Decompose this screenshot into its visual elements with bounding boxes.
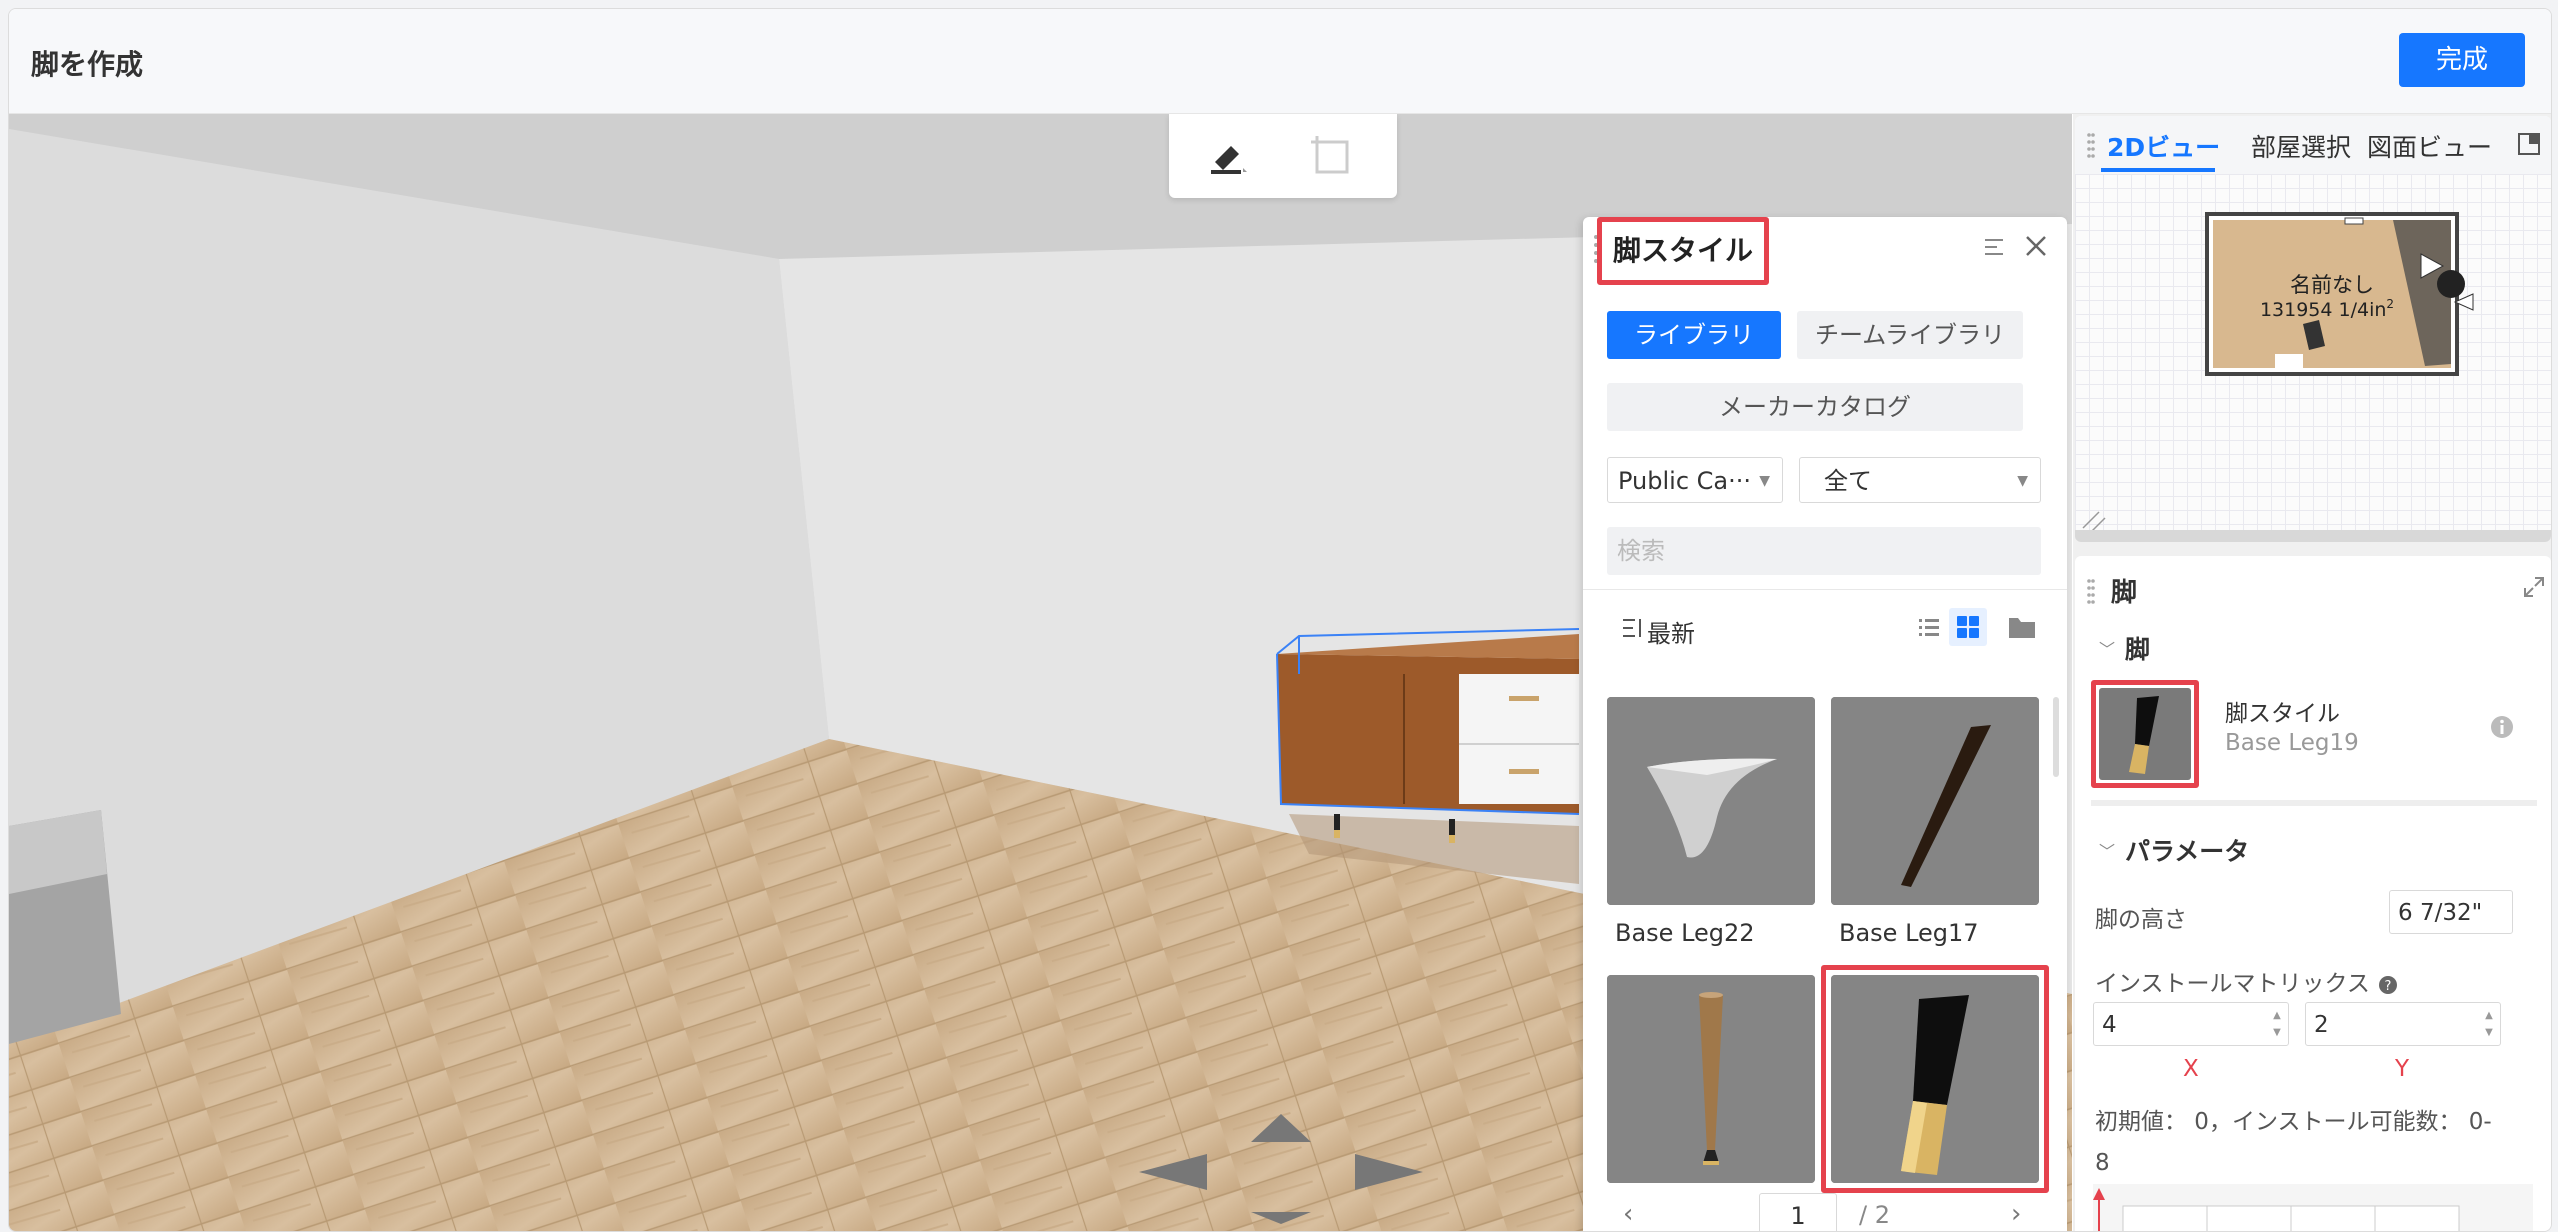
chevron-down-icon[interactable]: ﹀ [2099, 838, 2115, 862]
active-tab-indicator [2101, 168, 2215, 172]
leg-model-image [1607, 975, 1815, 1183]
divider [2091, 800, 2537, 806]
category-select-value: Public Ca··· [1618, 467, 1752, 495]
matrix-y-value: 2 [2314, 1012, 2329, 1038]
scrollbar[interactable] [2053, 697, 2059, 777]
leg-item-thumbnail[interactable] [1607, 697, 1815, 905]
leg-style-panel: 脚スタイル ライブラリ チームライブラリ メーカーカタログ Public Ca·… [1583, 217, 2067, 1231]
chevron-down-icon[interactable]: ﹀ [2099, 636, 2115, 660]
room-area: 131954 1/4in2 [2260, 297, 2394, 321]
x-axis-label: X [2183, 1056, 2199, 1082]
leg-model-image [1607, 697, 1815, 905]
leg-item-thumbnail[interactable] [1831, 697, 2039, 905]
svg-text:?: ? [2385, 979, 2392, 994]
matrix-x-input[interactable]: 4 ▲ ▼ [2093, 1002, 2289, 1046]
category-select[interactable]: Public Ca··· ▼ [1607, 457, 1783, 503]
room-area-exponent: 2 [2386, 297, 2394, 311]
grid-view-icon [1957, 616, 1979, 638]
brush-icon[interactable] [1205, 132, 1251, 178]
cabinet-model [1276, 628, 1580, 884]
view-panel: 2Dビュー 部屋選択 図面ビュー 名前なし 131954 1/4in2 [2075, 116, 2551, 542]
chevron-down-icon: ▼ [2017, 473, 2028, 489]
page-input[interactable]: 1 [1759, 1193, 1837, 1231]
property-panel-title: 脚 [2111, 578, 2138, 608]
sort-icon[interactable] [1621, 616, 1645, 640]
tab-room-select[interactable]: 部屋選択 [2251, 128, 2351, 164]
tab-2d-view[interactable]: 2Dビュー [2107, 128, 2220, 164]
leg-style-thumbnail[interactable] [2091, 680, 2199, 788]
filter-select-value: 全て [1824, 467, 1872, 495]
panel-toggle-icon[interactable] [2517, 132, 2541, 156]
help-icon[interactable]: ? [2377, 974, 2399, 996]
tab-team-library[interactable]: チームライブラリ [1797, 311, 2023, 359]
next-page-icon[interactable]: › [2011, 1199, 2021, 1229]
header-bar: 脚を作成 完成 [9, 9, 2551, 114]
matrix-x-value: 4 [2102, 1012, 2117, 1038]
leg-height-input[interactable]: 6 7/32" [2389, 890, 2513, 934]
style-thumbnail-highlight [2091, 680, 2199, 788]
create-leg-window: 脚を作成 完成 脚スタイル ライブラリ チームライブラリ メーカーカタログ Pu… [8, 8, 2552, 1232]
pagination: ‹ 1 / 2 › [1583, 1193, 2067, 1231]
drag-handle-icon[interactable] [2087, 578, 2095, 604]
matrix-grid-preview [2093, 1184, 2533, 1231]
horizontal-scrollbar[interactable] [2075, 530, 2551, 542]
expand-icon[interactable] [2523, 576, 2545, 598]
collapse-menu-icon[interactable] [1983, 235, 2007, 259]
page-total: / 2 [1859, 1201, 1890, 1229]
y-axis-label: Y [2395, 1056, 2410, 1082]
stepper-icon[interactable]: ▲ ▼ [2482, 1007, 2496, 1041]
install-matrix-text: インストールマトリックス [2095, 971, 2370, 997]
room-area-value: 131954 1/4in [2260, 299, 2386, 321]
info-icon[interactable] [2489, 714, 2515, 740]
leg-item-label: Base Leg22 [1615, 919, 1755, 947]
view-tabs: 2Dビュー 部屋選択 図面ビュー [2075, 116, 2551, 174]
leg-height-label: 脚の高さ [2095, 907, 2187, 933]
3d-viewport[interactable]: 脚スタイル ライブラリ チームライブラリ メーカーカタログ Public Ca·… [9, 114, 2072, 1231]
room-name: 名前なし [2290, 273, 2374, 297]
leg-item-label: Base Leg17 [1839, 919, 1979, 947]
property-panel: 脚 ﹀ 脚 脚スタイル Base Leg19 ﹀ パラメータ 脚の高さ 6 7/… [2075, 556, 2551, 1231]
right-sidebar: 2Dビュー 部屋選択 図面ビュー 名前なし 131954 1/4in2 脚 ﹀ … [2073, 114, 2551, 1231]
done-button[interactable]: 完成 [2399, 33, 2525, 87]
install-hint-cont: 8 [2095, 1150, 2110, 1176]
selected-item-highlight [1821, 965, 2049, 1193]
install-matrix-label: インストールマトリックス ? [2095, 964, 2399, 998]
chevron-down-icon: ▼ [1759, 473, 1770, 489]
prev-page-icon[interactable]: ‹ [1623, 1199, 1633, 1229]
tab-library[interactable]: ライブラリ [1607, 311, 1781, 359]
stepper-icon[interactable]: ▲ ▼ [2270, 1007, 2284, 1041]
leg-item-thumbnail[interactable] [1607, 975, 1815, 1183]
page-title: 脚を作成 [31, 48, 144, 81]
section-params-heading[interactable]: パラメータ [2125, 832, 2249, 868]
filter-select[interactable]: 全て ▼ [1799, 457, 2041, 503]
section-leg-heading[interactable]: 脚 [2125, 630, 2150, 666]
sort-label[interactable]: 最新 [1647, 614, 1695, 649]
sort-bar: 最新 [1583, 589, 2067, 666]
matrix-y-input[interactable]: 2 ▲ ▼ [2305, 1002, 2501, 1046]
maker-catalog-button[interactable]: メーカーカタログ [1607, 383, 2023, 431]
list-view-icon[interactable] [1917, 616, 1941, 640]
leg-model-image [1831, 697, 2039, 905]
install-hint: 初期値： 0，インストール可能数： 0- [2095, 1109, 2492, 1135]
grid-view-button[interactable] [1949, 608, 1987, 646]
add-frame-icon[interactable] [1309, 132, 1355, 178]
tab-drawing-view[interactable]: 図面ビュー [2367, 128, 2492, 164]
search-input[interactable]: 検索 [1607, 527, 2041, 575]
floorplan-2d[interactable]: 名前なし 131954 1/4in2 [2075, 174, 2551, 542]
viewport-toolbar [1169, 114, 1397, 198]
close-icon[interactable] [2023, 233, 2049, 259]
leg-style-label: 脚スタイル [2225, 701, 2340, 727]
folder-icon[interactable] [2007, 614, 2037, 640]
drag-handle-icon[interactable] [2087, 132, 2095, 158]
title-highlight [1597, 217, 1769, 285]
leg-style-value: Base Leg19 [2225, 730, 2359, 756]
